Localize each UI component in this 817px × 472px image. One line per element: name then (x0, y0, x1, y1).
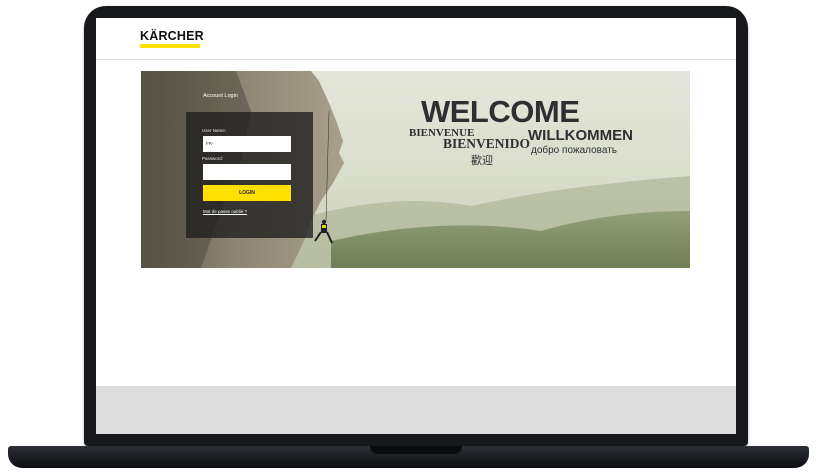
karcher-logo[interactable]: KÄRCHER (140, 29, 204, 43)
username-label: User Name: (202, 128, 227, 133)
laptop-notch (370, 446, 462, 454)
laptop-base (8, 446, 809, 468)
welcome-german: WILLKOMMEN (528, 127, 633, 144)
forgot-password-link[interactable]: Mot de passe oublié ? (203, 209, 247, 214)
login-panel: User Name: FR- Password: LOGIN Mot de pa… (186, 112, 313, 238)
welcome-spanish: BIENVENIDO (443, 136, 531, 151)
password-field[interactable] (203, 164, 291, 180)
login-panel-title: Account Login (203, 93, 238, 99)
welcome-russian: добро пожаловать (531, 145, 617, 156)
welcome-heading: WELCOME (421, 94, 580, 129)
footer-band (96, 386, 736, 434)
logo-underline (140, 44, 200, 48)
username-prefix: FR- (206, 141, 214, 146)
site-header: KÄRCHER (96, 18, 736, 60)
login-button[interactable]: LOGIN (203, 185, 291, 201)
username-field[interactable]: FR- (203, 136, 291, 152)
browser-screen: KÄRCHER Account Login User Name: FR- Pas… (96, 18, 736, 434)
password-label: Password: (202, 156, 224, 161)
welcome-chinese: 歡迎 (471, 155, 493, 167)
hero-banner: Account Login User Name: FR- Password: L… (141, 71, 690, 268)
